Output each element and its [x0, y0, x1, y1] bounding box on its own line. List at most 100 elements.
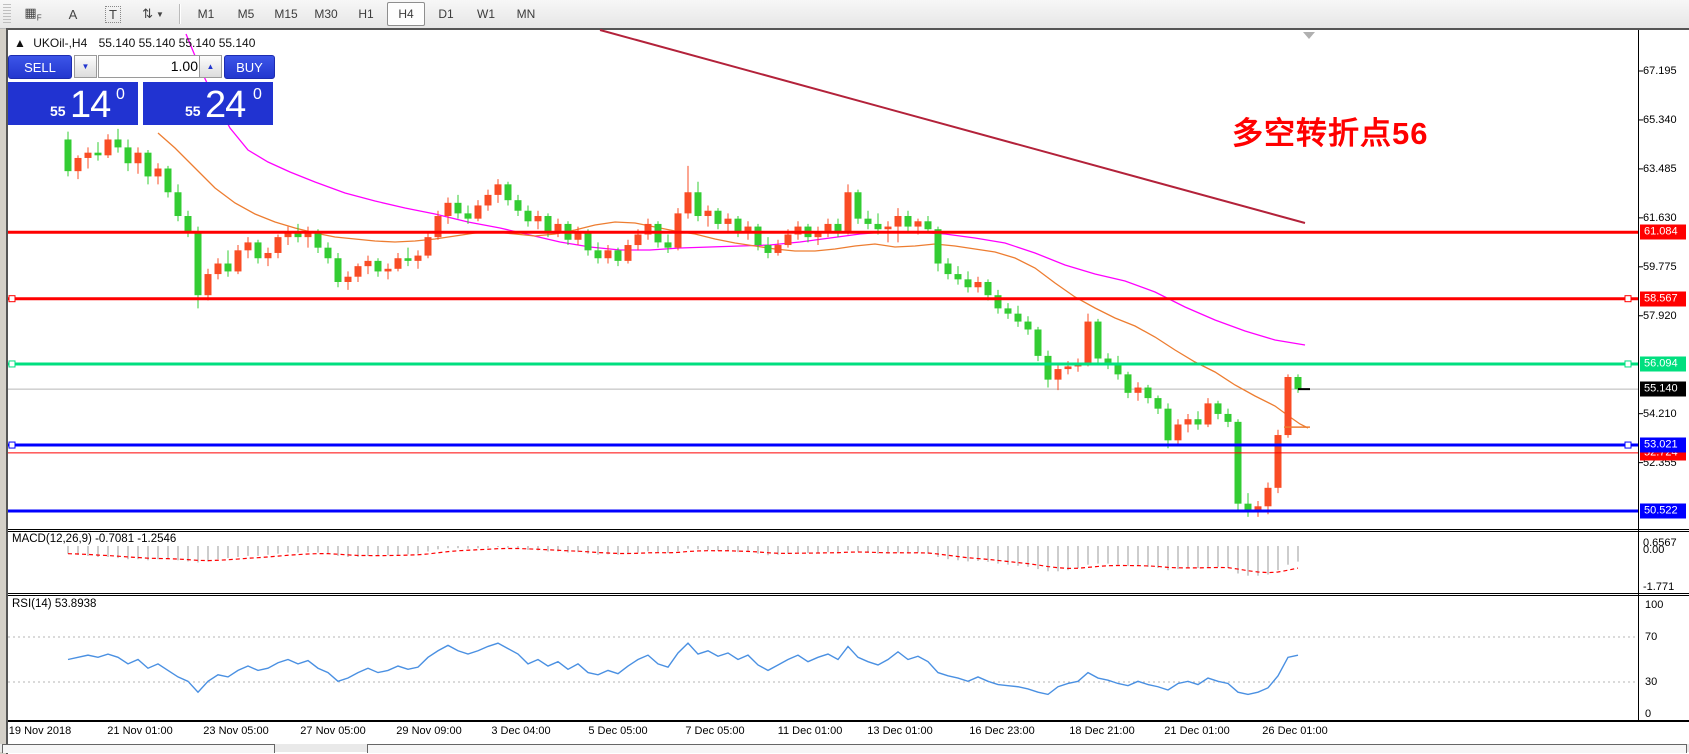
candle: [1215, 403, 1222, 414]
buy-price-big: 24: [205, 84, 245, 127]
candle: [685, 192, 692, 213]
chart-title: ▲ UKOil-,H4 55.140 55.140 55.140 55.140: [14, 36, 255, 50]
candle: [255, 242, 262, 258]
rsi-scale-label: 100: [1645, 599, 1663, 611]
candle: [775, 245, 782, 253]
candle: [605, 250, 612, 258]
sell-price-prefix: 55: [50, 103, 66, 119]
candle: [1085, 322, 1092, 364]
candle: [355, 266, 362, 277]
price-badge: 58.567: [1640, 291, 1686, 306]
candle: [1185, 419, 1192, 424]
candle: [845, 192, 852, 232]
price-tick-label: 63.485: [1643, 163, 1677, 175]
candle: [475, 205, 482, 218]
candle: [335, 258, 342, 282]
rsi-label: RSI(14) 53.8938: [12, 598, 96, 610]
candle: [525, 211, 532, 222]
candle: [395, 258, 402, 269]
collapse-arrow-icon[interactable]: ▲: [14, 36, 26, 50]
line-handle[interactable]: [9, 361, 15, 367]
candle: [175, 192, 182, 216]
price-tick-label: 59.775: [1643, 261, 1677, 273]
date-label: 13 Dec 01:00: [867, 725, 932, 737]
price-tick-label: 65.340: [1643, 114, 1677, 126]
candle: [885, 227, 892, 230]
ohlc-quotes: 55.140 55.140 55.140 55.140: [99, 36, 256, 50]
candle: [705, 211, 712, 216]
date-label: 19 Nov 2018: [9, 725, 71, 737]
price-badge: 50.522: [1640, 504, 1686, 519]
line-handle[interactable]: [1625, 296, 1631, 302]
line-handle[interactable]: [9, 442, 15, 448]
line-handle[interactable]: [1625, 361, 1631, 367]
volume-decrease-button[interactable]: ▼: [74, 55, 97, 78]
candle: [205, 274, 212, 295]
candle: [185, 216, 192, 232]
candle: [515, 200, 522, 211]
price-badge: 55.140: [1640, 382, 1686, 397]
candle: [965, 279, 972, 287]
candle: [925, 221, 932, 229]
candle: [415, 256, 422, 261]
candle: [75, 158, 82, 171]
buy-price-display[interactable]: 55 24 0: [143, 82, 273, 125]
candle: [595, 250, 602, 258]
line-handle[interactable]: [9, 296, 15, 302]
candle: [715, 211, 722, 224]
chart-shift-marker-icon[interactable]: [1303, 32, 1315, 39]
candle: [385, 269, 392, 272]
candle: [1025, 322, 1032, 330]
candle: [1175, 424, 1182, 440]
buy-price-prefix: 55: [185, 103, 201, 119]
candle: [225, 264, 232, 272]
candle: [1045, 356, 1052, 380]
candle: [1015, 314, 1022, 322]
candle: [1095, 322, 1102, 359]
candle: [665, 242, 672, 247]
descending-trendline[interactable]: [600, 30, 1305, 223]
candle: [675, 213, 682, 247]
candle: [375, 261, 382, 272]
candle: [1225, 414, 1232, 422]
candle: [995, 295, 1002, 308]
candle: [485, 195, 492, 206]
candle: [95, 153, 102, 156]
date-label: 7 Dec 05:00: [685, 725, 744, 737]
candle: [135, 153, 142, 164]
candle: [1295, 377, 1302, 389]
candle: [1055, 369, 1062, 380]
candle: [265, 253, 272, 258]
candle: [1265, 488, 1272, 506]
candle: [365, 261, 372, 266]
date-label: 16 Dec 23:00: [969, 725, 1034, 737]
line-handle[interactable]: [1625, 442, 1631, 448]
candle: [635, 234, 642, 245]
one-click-trading-panel: SELL ▼ 1.00 ▲ BUY 55 14 0 55 24 0: [8, 55, 273, 126]
candle: [785, 234, 792, 245]
candle: [1135, 388, 1142, 393]
candle: [65, 139, 72, 171]
candle: [1235, 422, 1242, 504]
price-badge: 56.094: [1640, 356, 1686, 371]
buy-button[interactable]: BUY: [224, 55, 275, 79]
price-tick-label: 57.920: [1643, 310, 1677, 322]
volume-increase-button[interactable]: ▲: [199, 55, 222, 78]
candle: [1155, 398, 1162, 409]
candle: [905, 216, 912, 227]
volume-input[interactable]: 1.00: [98, 55, 207, 78]
candle: [1035, 329, 1042, 355]
candle: [235, 250, 242, 271]
candle: [405, 258, 412, 261]
candle: [735, 219, 742, 232]
candle: [165, 169, 172, 193]
candle: [345, 277, 352, 282]
candle: [1065, 366, 1072, 369]
sell-button[interactable]: SELL: [8, 55, 72, 79]
date-label: 3 Dec 04:00: [491, 725, 550, 737]
candle: [505, 184, 512, 200]
rsi-scale-label: 0: [1645, 708, 1651, 720]
price-tick-label: 61.630: [1643, 212, 1677, 224]
sell-price-sup: 0: [116, 86, 125, 104]
sell-price-display[interactable]: 55 14 0: [8, 82, 138, 125]
